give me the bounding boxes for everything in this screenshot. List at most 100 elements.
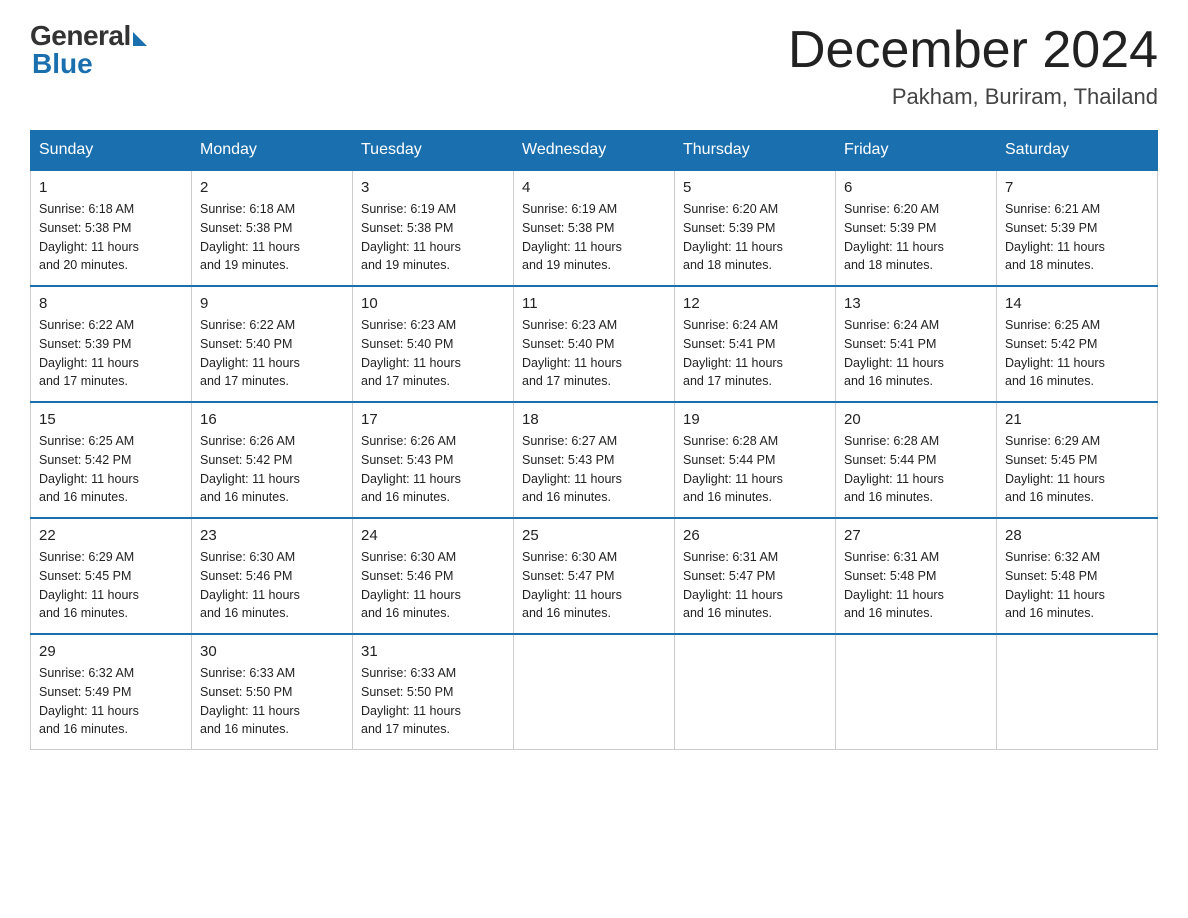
calendar-cell: 27 Sunrise: 6:31 AMSunset: 5:48 PMDaylig…	[836, 518, 997, 634]
day-number: 24	[361, 527, 505, 544]
day-number: 11	[522, 295, 666, 312]
day-info: Sunrise: 6:22 AMSunset: 5:40 PMDaylight:…	[200, 316, 344, 391]
day-number: 22	[39, 527, 183, 544]
calendar-cell	[836, 634, 997, 750]
calendar-cell: 1 Sunrise: 6:18 AMSunset: 5:38 PMDayligh…	[31, 170, 192, 286]
calendar-cell: 15 Sunrise: 6:25 AMSunset: 5:42 PMDaylig…	[31, 402, 192, 518]
calendar-cell: 21 Sunrise: 6:29 AMSunset: 5:45 PMDaylig…	[997, 402, 1158, 518]
calendar-cell: 25 Sunrise: 6:30 AMSunset: 5:47 PMDaylig…	[514, 518, 675, 634]
calendar-cell: 19 Sunrise: 6:28 AMSunset: 5:44 PMDaylig…	[675, 402, 836, 518]
calendar-cell: 6 Sunrise: 6:20 AMSunset: 5:39 PMDayligh…	[836, 170, 997, 286]
day-info: Sunrise: 6:32 AMSunset: 5:48 PMDaylight:…	[1005, 548, 1149, 623]
day-number: 21	[1005, 411, 1149, 428]
day-number: 27	[844, 527, 988, 544]
day-number: 29	[39, 643, 183, 660]
day-number: 4	[522, 179, 666, 196]
calendar-cell: 2 Sunrise: 6:18 AMSunset: 5:38 PMDayligh…	[192, 170, 353, 286]
header-thursday: Thursday	[675, 131, 836, 171]
calendar-cell: 11 Sunrise: 6:23 AMSunset: 5:40 PMDaylig…	[514, 286, 675, 402]
header-sunday: Sunday	[31, 131, 192, 171]
day-info: Sunrise: 6:33 AMSunset: 5:50 PMDaylight:…	[200, 664, 344, 739]
day-info: Sunrise: 6:31 AMSunset: 5:48 PMDaylight:…	[844, 548, 988, 623]
day-number: 25	[522, 527, 666, 544]
header-friday: Friday	[836, 131, 997, 171]
calendar-cell: 8 Sunrise: 6:22 AMSunset: 5:39 PMDayligh…	[31, 286, 192, 402]
calendar-cell: 16 Sunrise: 6:26 AMSunset: 5:42 PMDaylig…	[192, 402, 353, 518]
day-number: 17	[361, 411, 505, 428]
day-info: Sunrise: 6:24 AMSunset: 5:41 PMDaylight:…	[683, 316, 827, 391]
calendar-cell: 29 Sunrise: 6:32 AMSunset: 5:49 PMDaylig…	[31, 634, 192, 750]
day-info: Sunrise: 6:30 AMSunset: 5:46 PMDaylight:…	[200, 548, 344, 623]
calendar-cell: 4 Sunrise: 6:19 AMSunset: 5:38 PMDayligh…	[514, 170, 675, 286]
day-number: 8	[39, 295, 183, 312]
header-wednesday: Wednesday	[514, 131, 675, 171]
calendar-cell: 9 Sunrise: 6:22 AMSunset: 5:40 PMDayligh…	[192, 286, 353, 402]
day-number: 30	[200, 643, 344, 660]
week-row-4: 22 Sunrise: 6:29 AMSunset: 5:45 PMDaylig…	[31, 518, 1158, 634]
day-number: 14	[1005, 295, 1149, 312]
day-number: 7	[1005, 179, 1149, 196]
day-info: Sunrise: 6:29 AMSunset: 5:45 PMDaylight:…	[39, 548, 183, 623]
day-info: Sunrise: 6:26 AMSunset: 5:43 PMDaylight:…	[361, 432, 505, 507]
calendar-cell: 23 Sunrise: 6:30 AMSunset: 5:46 PMDaylig…	[192, 518, 353, 634]
day-number: 16	[200, 411, 344, 428]
calendar-cell	[997, 634, 1158, 750]
day-info: Sunrise: 6:33 AMSunset: 5:50 PMDaylight:…	[361, 664, 505, 739]
header-tuesday: Tuesday	[353, 131, 514, 171]
calendar-cell: 26 Sunrise: 6:31 AMSunset: 5:47 PMDaylig…	[675, 518, 836, 634]
day-number: 12	[683, 295, 827, 312]
calendar-cell: 3 Sunrise: 6:19 AMSunset: 5:38 PMDayligh…	[353, 170, 514, 286]
day-info: Sunrise: 6:19 AMSunset: 5:38 PMDaylight:…	[522, 200, 666, 275]
calendar-cell: 13 Sunrise: 6:24 AMSunset: 5:41 PMDaylig…	[836, 286, 997, 402]
calendar-cell: 20 Sunrise: 6:28 AMSunset: 5:44 PMDaylig…	[836, 402, 997, 518]
week-row-5: 29 Sunrise: 6:32 AMSunset: 5:49 PMDaylig…	[31, 634, 1158, 750]
calendar-cell: 31 Sunrise: 6:33 AMSunset: 5:50 PMDaylig…	[353, 634, 514, 750]
day-number: 10	[361, 295, 505, 312]
logo-blue-text: Blue	[30, 48, 93, 80]
day-number: 6	[844, 179, 988, 196]
month-title: December 2024	[788, 20, 1158, 80]
calendar-table: SundayMondayTuesdayWednesdayThursdayFrid…	[30, 130, 1158, 750]
day-number: 31	[361, 643, 505, 660]
weekday-header-row: SundayMondayTuesdayWednesdayThursdayFrid…	[31, 131, 1158, 171]
day-info: Sunrise: 6:29 AMSunset: 5:45 PMDaylight:…	[1005, 432, 1149, 507]
week-row-3: 15 Sunrise: 6:25 AMSunset: 5:42 PMDaylig…	[31, 402, 1158, 518]
day-info: Sunrise: 6:28 AMSunset: 5:44 PMDaylight:…	[844, 432, 988, 507]
day-info: Sunrise: 6:18 AMSunset: 5:38 PMDaylight:…	[39, 200, 183, 275]
logo-arrow-icon	[133, 32, 147, 46]
day-info: Sunrise: 6:18 AMSunset: 5:38 PMDaylight:…	[200, 200, 344, 275]
day-info: Sunrise: 6:21 AMSunset: 5:39 PMDaylight:…	[1005, 200, 1149, 275]
calendar-cell: 7 Sunrise: 6:21 AMSunset: 5:39 PMDayligh…	[997, 170, 1158, 286]
day-number: 13	[844, 295, 988, 312]
day-info: Sunrise: 6:27 AMSunset: 5:43 PMDaylight:…	[522, 432, 666, 507]
calendar-cell: 17 Sunrise: 6:26 AMSunset: 5:43 PMDaylig…	[353, 402, 514, 518]
day-info: Sunrise: 6:20 AMSunset: 5:39 PMDaylight:…	[683, 200, 827, 275]
calendar-cell	[514, 634, 675, 750]
calendar-cell: 22 Sunrise: 6:29 AMSunset: 5:45 PMDaylig…	[31, 518, 192, 634]
day-number: 23	[200, 527, 344, 544]
header-monday: Monday	[192, 131, 353, 171]
day-info: Sunrise: 6:25 AMSunset: 5:42 PMDaylight:…	[39, 432, 183, 507]
day-number: 2	[200, 179, 344, 196]
calendar-cell: 18 Sunrise: 6:27 AMSunset: 5:43 PMDaylig…	[514, 402, 675, 518]
header-saturday: Saturday	[997, 131, 1158, 171]
day-number: 18	[522, 411, 666, 428]
day-info: Sunrise: 6:23 AMSunset: 5:40 PMDaylight:…	[361, 316, 505, 391]
calendar-cell: 24 Sunrise: 6:30 AMSunset: 5:46 PMDaylig…	[353, 518, 514, 634]
day-info: Sunrise: 6:24 AMSunset: 5:41 PMDaylight:…	[844, 316, 988, 391]
logo: General Blue	[30, 20, 147, 80]
day-number: 15	[39, 411, 183, 428]
day-number: 28	[1005, 527, 1149, 544]
day-info: Sunrise: 6:22 AMSunset: 5:39 PMDaylight:…	[39, 316, 183, 391]
day-info: Sunrise: 6:31 AMSunset: 5:47 PMDaylight:…	[683, 548, 827, 623]
day-info: Sunrise: 6:25 AMSunset: 5:42 PMDaylight:…	[1005, 316, 1149, 391]
day-info: Sunrise: 6:32 AMSunset: 5:49 PMDaylight:…	[39, 664, 183, 739]
day-number: 20	[844, 411, 988, 428]
day-info: Sunrise: 6:19 AMSunset: 5:38 PMDaylight:…	[361, 200, 505, 275]
day-info: Sunrise: 6:28 AMSunset: 5:44 PMDaylight:…	[683, 432, 827, 507]
day-info: Sunrise: 6:23 AMSunset: 5:40 PMDaylight:…	[522, 316, 666, 391]
location-title: Pakham, Buriram, Thailand	[788, 84, 1158, 110]
calendar-cell: 28 Sunrise: 6:32 AMSunset: 5:48 PMDaylig…	[997, 518, 1158, 634]
day-info: Sunrise: 6:20 AMSunset: 5:39 PMDaylight:…	[844, 200, 988, 275]
day-info: Sunrise: 6:30 AMSunset: 5:46 PMDaylight:…	[361, 548, 505, 623]
